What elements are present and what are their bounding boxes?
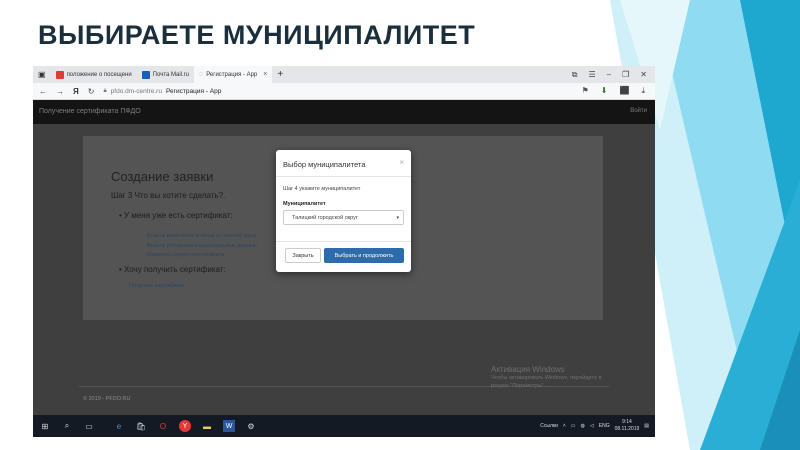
bookmark-icon[interactable]: ⚑ [582, 86, 589, 96]
tab-label: Почта Mail.ru [152, 71, 190, 78]
sidebar-icon: ▣ [38, 70, 46, 79]
system-tray: Ссылки ˄ ▭ ◍ ◁ ENG 9:14 08.11.2019 ▤ [540, 419, 649, 432]
close-button[interactable]: Закрыть [285, 248, 321, 263]
modal-header: Выбор муниципалитета × [276, 150, 411, 177]
network-icon[interactable]: ◍ [581, 423, 585, 429]
option-get-certificate: • Хочу получить сертификат: [119, 265, 226, 274]
step-text: Шаг 3 Что вы хотите сделать?. [111, 191, 226, 200]
new-tab-button[interactable]: + [272, 66, 288, 83]
yandex-logo-icon[interactable]: Я [73, 87, 79, 96]
browser-tab[interactable]: положение о посещени [51, 66, 137, 83]
lock-icon: 🔒︎ [103, 87, 107, 94]
language-indicator[interactable]: ENG [599, 423, 610, 429]
chevron-down-icon: ▾ [396, 215, 399, 221]
word-icon[interactable]: W [223, 420, 235, 432]
battery-icon: ▭ [570, 422, 576, 429]
modal-step-text: Шаг 4 укажите муниципалитет [283, 186, 361, 192]
site-footer: © 2019 - PFDO.RU [83, 396, 131, 402]
login-link[interactable]: Войти [630, 108, 647, 114]
menu-icon[interactable]: ☰ [589, 70, 596, 80]
yandex-icon [55, 70, 64, 79]
tab-manager-icon[interactable]: ⧉ [572, 70, 578, 80]
link-change-group[interactable]: Изменить группу сертификата [147, 251, 257, 261]
close-icon[interactable]: × [399, 158, 404, 167]
bulb-icon: ◌ [199, 71, 204, 78]
search-icon[interactable]: ⌕ [61, 420, 73, 432]
back-icon[interactable]: ← [39, 87, 47, 96]
reload-icon[interactable]: ↻ [88, 87, 95, 96]
link-get-certificate[interactable]: Получить сертификат [129, 283, 185, 289]
browser-tab[interactable]: Почта Mail.ru [137, 66, 194, 83]
yandex-browser-icon[interactable]: Y [179, 420, 191, 432]
web-page: Получение сертификата ПФДО Войти Создани… [33, 100, 655, 415]
watermark-line: раздел "Параметры". [491, 383, 546, 389]
windows-activation-watermark: Активация Windows Чтобы активировать Win… [491, 365, 602, 390]
watermark-line: Чтобы активировать Windows, перейдите в [491, 375, 602, 381]
opera-icon[interactable]: O [157, 420, 169, 432]
store-icon[interactable]: 🛍︎ [135, 420, 147, 432]
browser-sidebar-toggle[interactable]: ▣ [33, 66, 51, 83]
modal-divider [276, 241, 411, 242]
screenshot-frame: ▣ положение о посещени Почта Mail.ru ◌ Р… [33, 66, 655, 437]
window-controls: ⧉ ☰ – ❐ ✕ [572, 70, 655, 80]
chevron-up-icon[interactable]: ˄ [563, 423, 566, 429]
notifications-icon[interactable]: ▤ [644, 423, 649, 429]
selected-municipality: Талицкий городской округ [292, 215, 358, 221]
option-have-certificate: • У меня уже есть сертификат: [119, 211, 233, 220]
site-header: Получение сертификата ПФДО Войти [33, 100, 655, 124]
option-label: У меня уже есть сертификат: [124, 211, 233, 220]
download-arrow-icon[interactable]: ⤓ [641, 86, 645, 96]
restore-icon[interactable]: ❐ [622, 70, 629, 80]
municipality-label: Муниципалитет [283, 201, 326, 207]
close-window-icon[interactable]: ✕ [640, 70, 647, 80]
app-icon[interactable]: ⚙ [245, 420, 257, 432]
browser-tab-active[interactable]: ◌ Регистрация - App × [194, 66, 273, 83]
link-update-personal-data[interactable]: Внести уточнения в персональные данные [147, 242, 257, 252]
browser-nav-bar: ← → Я ↻ 🔒︎ pfdo.dm-centre.ru Регистрация… [33, 83, 655, 100]
edge-icon[interactable]: e [113, 420, 125, 432]
minimize-icon[interactable]: – [607, 70, 611, 80]
forward-icon[interactable]: → [56, 87, 64, 96]
close-tab-icon[interactable]: × [263, 71, 267, 78]
task-view-icon[interactable]: ▭ [83, 420, 95, 432]
page-heading: Создание заявки [111, 169, 214, 184]
link-change-municipality[interactable]: Внести изменения в связи со сменой муни [147, 232, 257, 242]
tab-label: положение о посещени [66, 71, 132, 78]
browser-tab-bar: ▣ положение о посещени Почта Mail.ru ◌ Р… [33, 66, 655, 83]
windows-taskbar: ⊞ ⌕ ▭ e 🛍︎ O Y ▬ W ⚙ Ссылки ˄ ▭ ◍ ◁ ENG … [33, 415, 655, 437]
clock-date: 08.11.2019 [614, 425, 640, 432]
clock[interactable]: 9:14 08.11.2019 [615, 419, 640, 432]
url-domain: pfdo.dm-centre.ru [110, 87, 162, 95]
modal-title: Выбор муниципалитета [283, 160, 366, 169]
address-bar[interactable]: 🔒︎ pfdo.dm-centre.ru Регистрация - App [103, 88, 221, 95]
certificate-links: Внести изменения в связи со сменой муни … [147, 232, 257, 261]
folder-icon[interactable]: ▬ [201, 420, 213, 432]
slide-title: ВЫБИРАЕТЕ МУНИЦИПАЛИТЕТ [38, 20, 476, 50]
extension-icon[interactable]: ⬛ [619, 86, 629, 96]
site-brand-link[interactable]: Получение сертификата ПФДО [39, 108, 141, 115]
select-and-continue-button[interactable]: Выбрать и продолжить [324, 248, 404, 263]
tab-label: Регистрация - App [206, 71, 258, 78]
presentation-slide: ВЫБИРАЕТЕ МУНИЦИПАЛИТЕТ ▣ положение о по… [0, 0, 800, 450]
url-title: Регистрация - App [165, 87, 222, 95]
municipality-modal: Выбор муниципалитета × Шаг 4 укажите мун… [276, 150, 411, 272]
volume-icon[interactable]: ◁ [590, 423, 594, 429]
watermark-title: Активация Windows [491, 365, 565, 374]
mail-icon [141, 70, 150, 79]
nav-extensions: ⚑ ⬇ ⬛ ⤓ [582, 86, 655, 96]
option-label: Хочу получить сертификат: [124, 265, 226, 274]
windows-start-icon[interactable]: ⊞ [39, 420, 51, 432]
links-toolbar[interactable]: Ссылки [540, 423, 558, 429]
municipality-select[interactable]: Талицкий городской округ ▾ [283, 210, 404, 225]
download-icon[interactable]: ⬇ [601, 86, 608, 96]
